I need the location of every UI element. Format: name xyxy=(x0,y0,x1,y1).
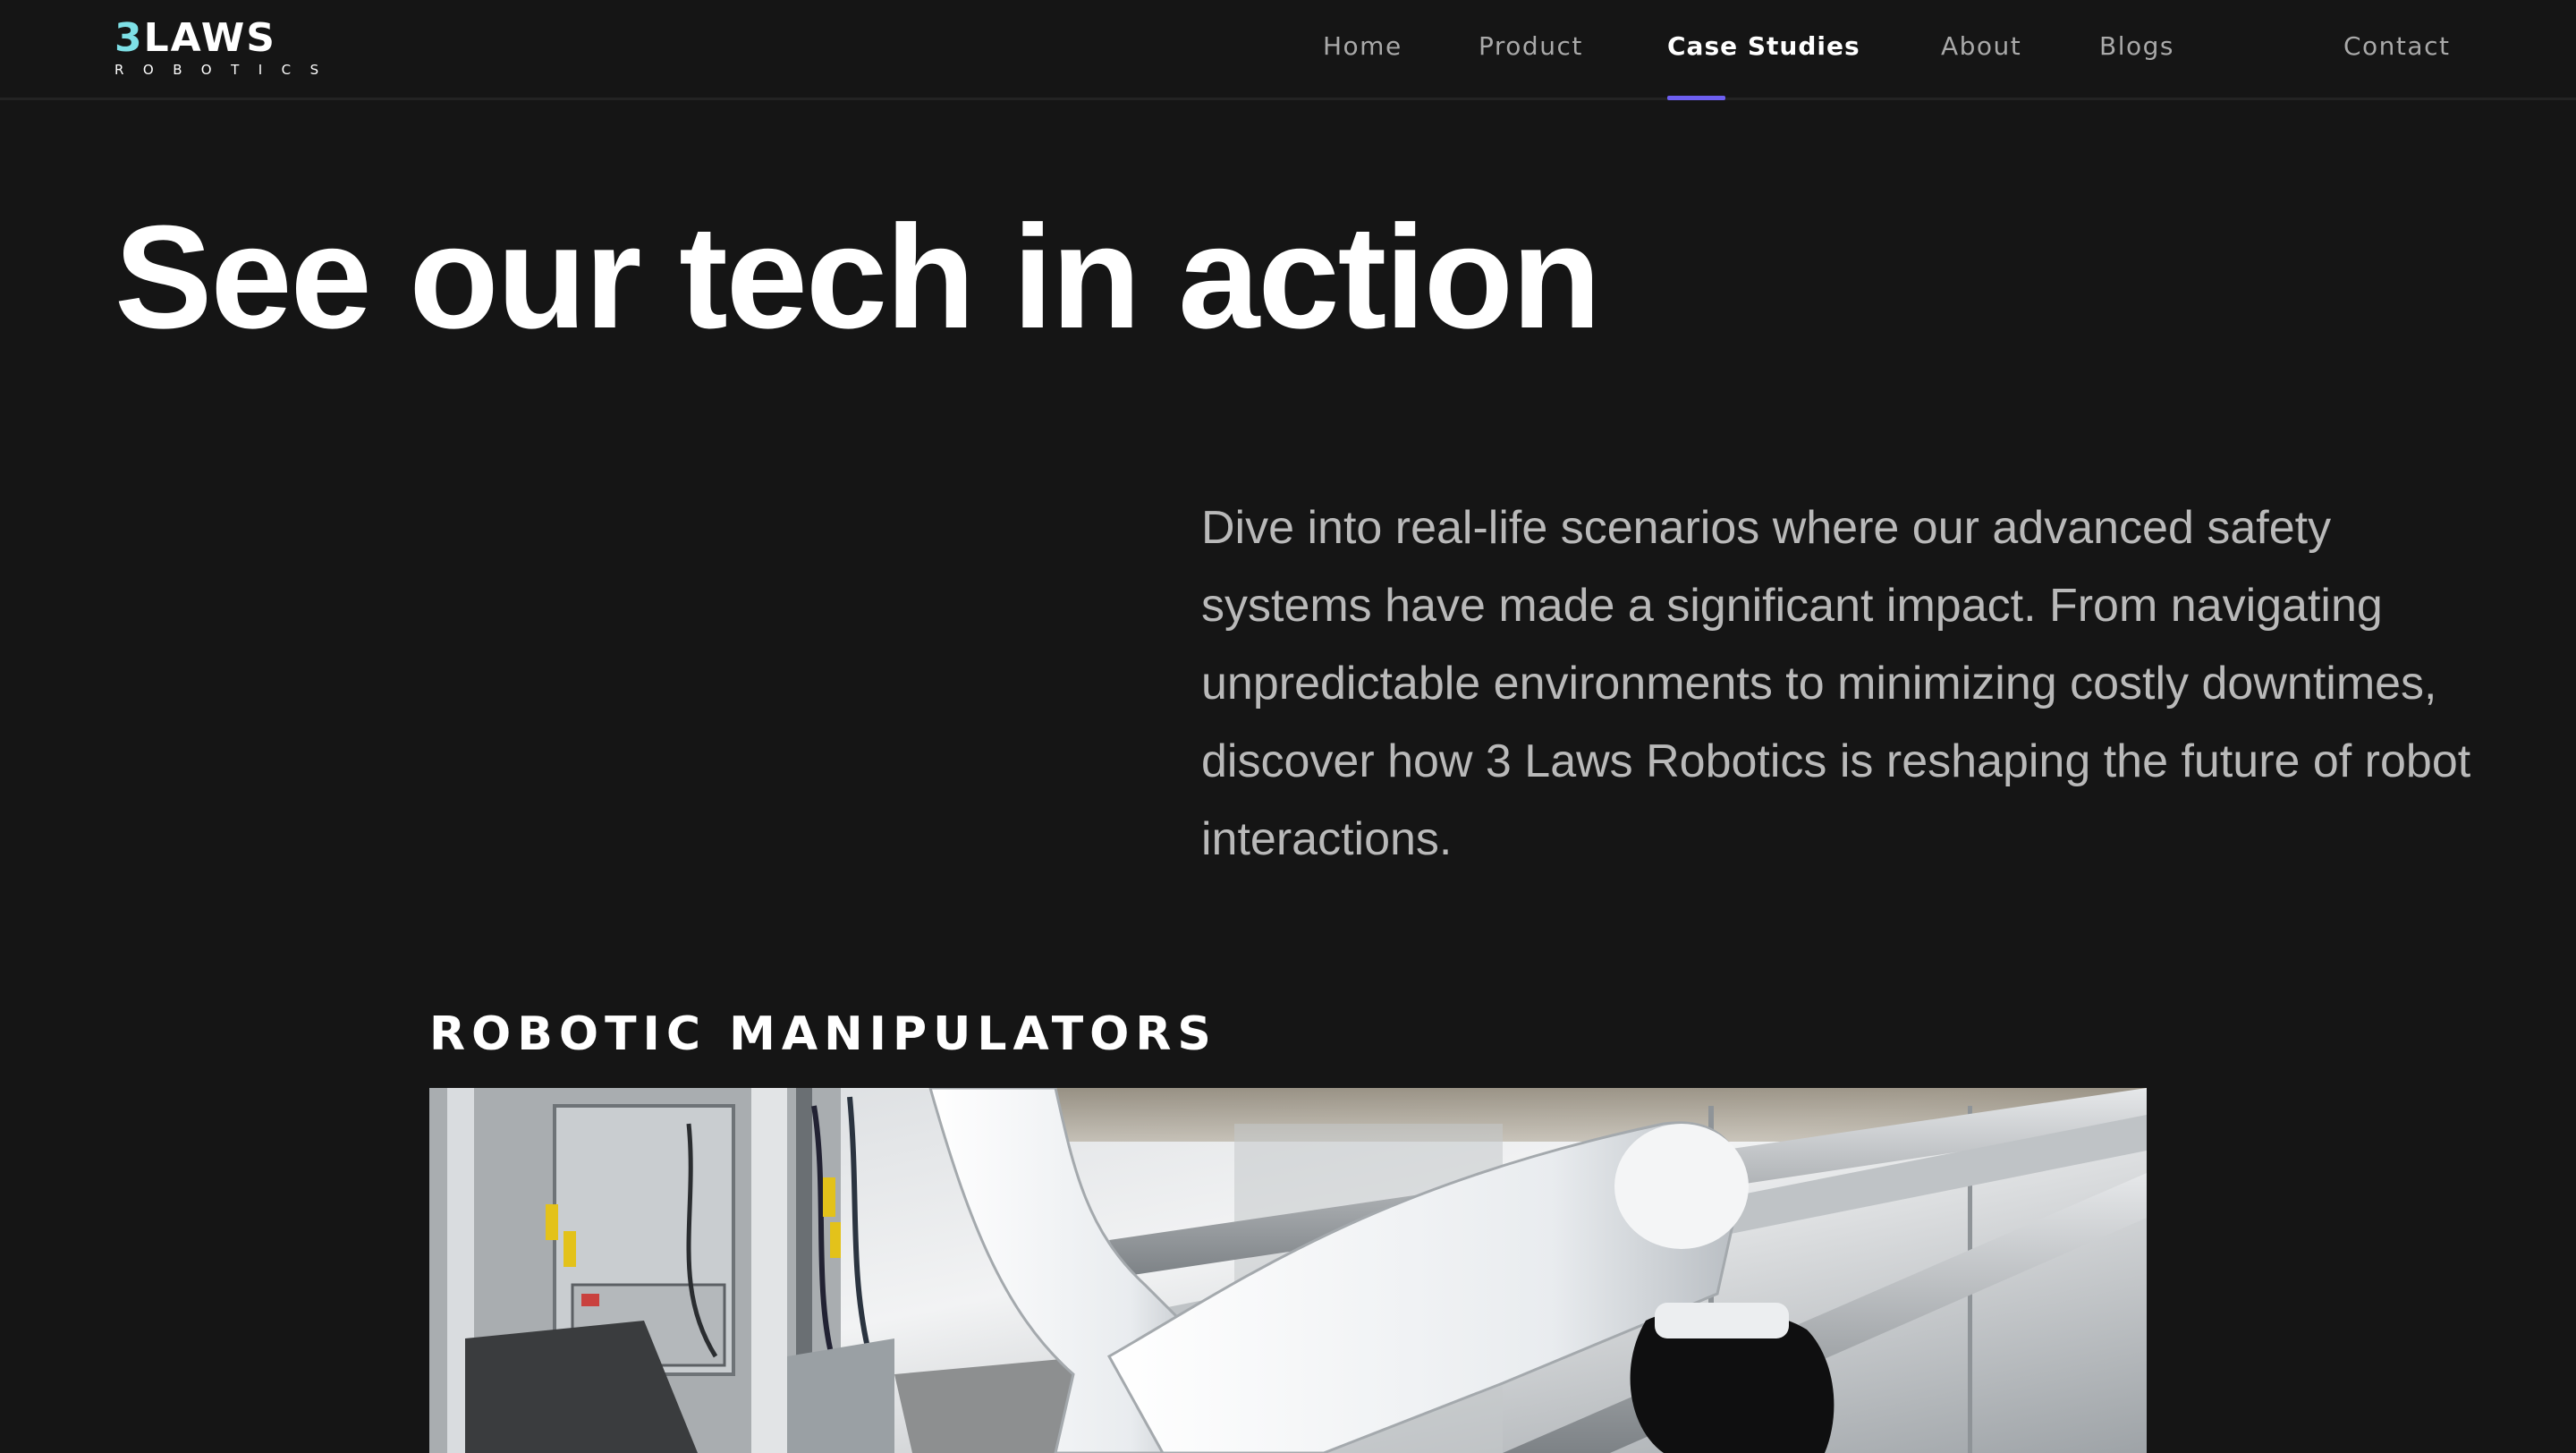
logo-wordmark: 3LAWS xyxy=(114,15,276,61)
site-header: 3LAWS ROBOTICS Home Product Case Studies… xyxy=(0,0,2576,100)
nav-about[interactable]: About xyxy=(1941,29,2021,64)
case-study-media[interactable] xyxy=(429,1088,2147,1453)
nav-product[interactable]: Product xyxy=(1479,29,1583,64)
nav-case-studies[interactable]: Case Studies xyxy=(1667,29,1860,64)
page-title: See our tech in action xyxy=(114,195,1601,359)
robot-arm-photo xyxy=(429,1088,2147,1453)
nav-blogs[interactable]: Blogs xyxy=(2099,29,2174,64)
intro-paragraph: Dive into real-life scenarios where our … xyxy=(1201,502,2471,865)
brand-logo[interactable]: 3LAWS ROBOTICS xyxy=(114,15,365,78)
active-nav-indicator xyxy=(1667,96,1725,100)
nav-home[interactable]: Home xyxy=(1323,29,1402,64)
nav-contact[interactable]: Contact xyxy=(2343,29,2450,64)
section-title-robotic-manipulators: ROBOTIC MANIPULATORS xyxy=(429,1007,1217,1061)
logo-tagline: ROBOTICS xyxy=(114,62,338,78)
